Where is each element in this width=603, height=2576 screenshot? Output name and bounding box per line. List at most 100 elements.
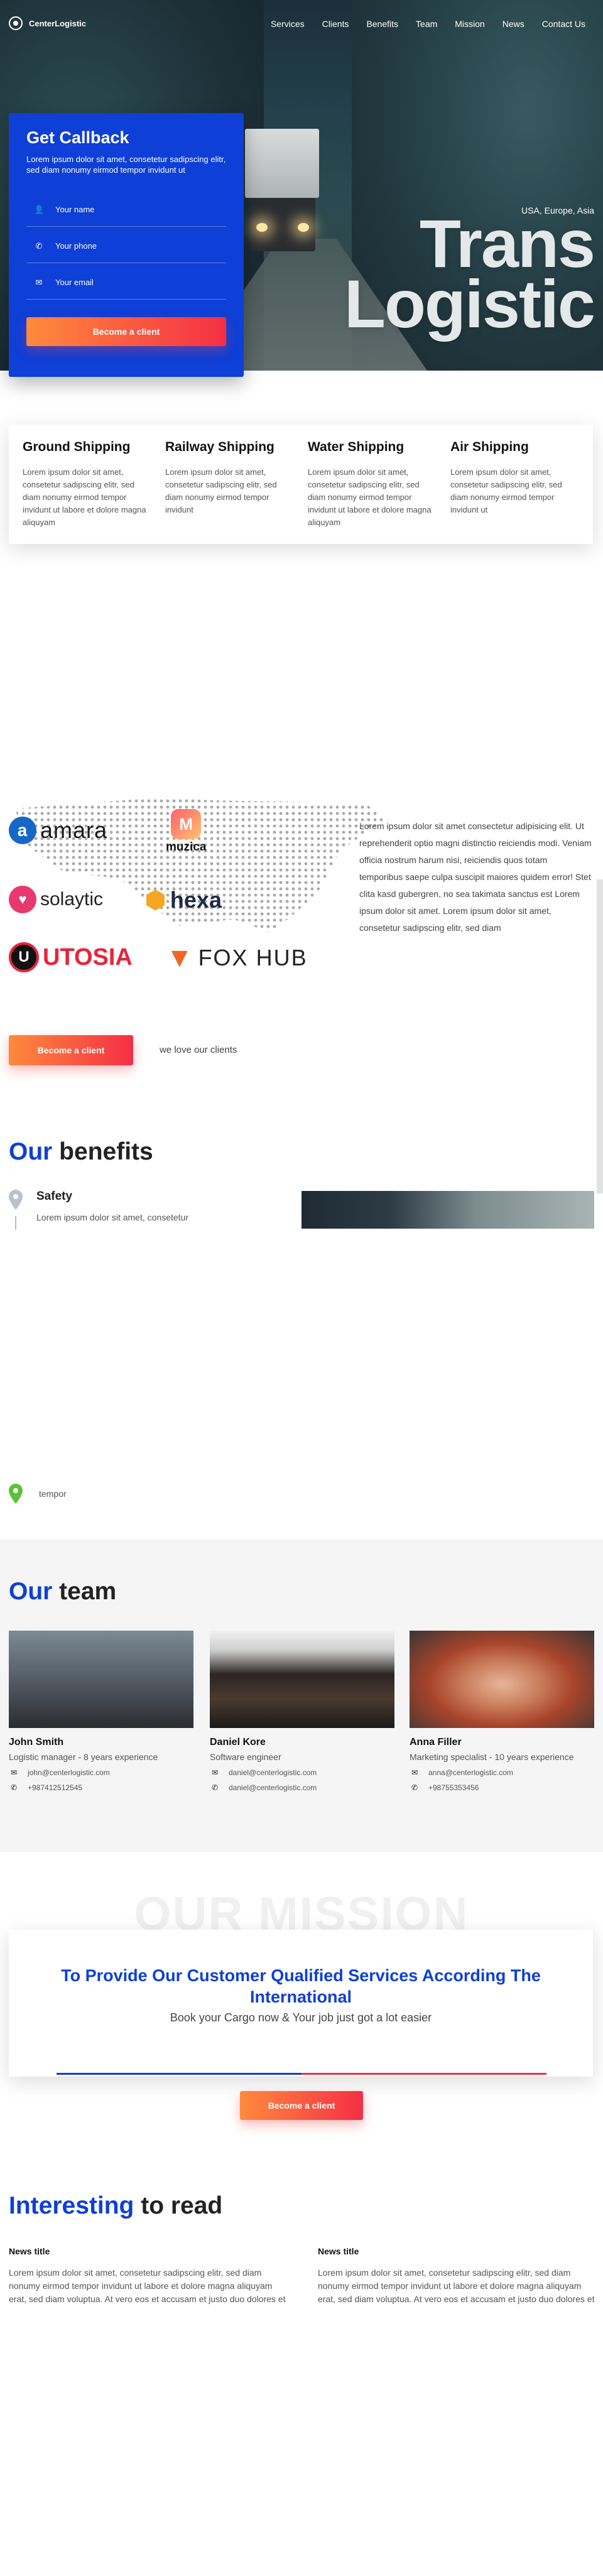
logo[interactable]: CenterLogistic bbox=[9, 16, 86, 30]
service-title: Water Shipping bbox=[308, 440, 405, 454]
mission-subtitle: Book your Cargo now & Your job just got … bbox=[170, 2011, 432, 2024]
benefit-text: Lorem ipsum dolor sit amet, consetetur bbox=[36, 1212, 188, 1222]
client-logo-muzica: M muzica bbox=[166, 809, 206, 854]
become-client-button[interactable]: Become a client bbox=[26, 317, 226, 346]
clients-description: Lorem ipsum dolor sit amet consectetur a… bbox=[359, 821, 592, 933]
become-client-button[interactable]: Become a client bbox=[240, 2091, 363, 2120]
news-item-text: Lorem ipsum dolor sit amet, consetetur s… bbox=[9, 2268, 286, 2304]
hero-title: Trans Logistic bbox=[344, 205, 595, 342]
service-text: Lorem ipsum dolor sit amet, consetetur s… bbox=[165, 467, 277, 514]
muzica-icon: M bbox=[171, 809, 202, 839]
nav-mission[interactable]: Mission bbox=[455, 19, 484, 29]
team-member-card: John Smith Logistic manager - 8 years ex… bbox=[9, 1631, 193, 1792]
member-email[interactable]: ✉ john@centerlogistic.com bbox=[9, 1768, 193, 1777]
amara-icon: a bbox=[9, 817, 36, 844]
client-logo-hexa: ⬢ hexa bbox=[144, 886, 222, 914]
location-pin-icon bbox=[9, 1484, 23, 1504]
hexa-icon: ⬢ bbox=[144, 886, 166, 914]
news-item[interactable]: News title Lorem ipsum dolor sit amet, c… bbox=[318, 2246, 598, 2307]
member-phone[interactable]: ✆ daniel@centerlogistic.com bbox=[210, 1783, 394, 1792]
hero-title-line2: Logistic bbox=[344, 266, 595, 342]
benefit-text: tempor bbox=[39, 1489, 67, 1499]
team-member-card: Anna Filler Marketing specialist - 10 ye… bbox=[410, 1631, 594, 1792]
email-field[interactable]: ✉ Your email bbox=[26, 266, 226, 300]
service-card: Railway Shipping Lorem ipsum dolor sit a… bbox=[165, 440, 294, 529]
mission-section: To Provide Our Customer Qualified Servic… bbox=[9, 1930, 593, 2077]
name-field[interactable]: 👤 Your name bbox=[26, 193, 226, 227]
member-name: John Smith bbox=[9, 1737, 64, 1747]
mission-title: To Provide Our Customer Qualified Servic… bbox=[61, 1966, 541, 2006]
benefit-item: Safety Lorem ipsum dolor sit amet, conse… bbox=[9, 1190, 279, 1234]
benefit-title: Safety bbox=[36, 1190, 73, 1203]
client-logo-amara: a amara bbox=[9, 817, 107, 844]
client-logo-foxhub: ▼ FOX HUB bbox=[166, 942, 308, 973]
member-email[interactable]: ✉ anna@centerlogistic.com bbox=[410, 1768, 594, 1777]
service-title: Railway Shipping bbox=[165, 440, 274, 454]
callback-text: Lorem ipsum dolor sit amet, consetetur s… bbox=[26, 155, 226, 175]
fox-icon: ▼ bbox=[166, 942, 195, 973]
member-name: Anna Filler bbox=[410, 1737, 462, 1747]
phone-icon: ✆ bbox=[411, 1783, 418, 1792]
news-title: Interesting to read bbox=[9, 2192, 223, 2219]
services-section: Ground Shipping Lorem ipsum dolor sit am… bbox=[9, 425, 593, 544]
user-icon: 👤 bbox=[34, 204, 45, 214]
callback-title: Get Callback bbox=[26, 128, 129, 147]
phone-icon: ✆ bbox=[10, 1783, 18, 1792]
email-field-placeholder: Your email bbox=[55, 278, 94, 287]
team-title: Our team bbox=[9, 1578, 117, 1605]
nav-news[interactable]: News bbox=[503, 19, 524, 29]
service-card: Water Shipping Lorem ipsum dolor sit ame… bbox=[308, 440, 437, 529]
utosia-icon: U bbox=[9, 942, 39, 972]
service-card: Air Shipping Lorem ipsum dolor sit amet,… bbox=[450, 440, 579, 529]
member-role: Software engineer bbox=[210, 1752, 281, 1762]
news-item-text: Lorem ipsum dolor sit amet, consetetur s… bbox=[318, 2268, 595, 2304]
scrollbar[interactable] bbox=[597, 879, 603, 1193]
member-role: Logistic manager - 8 years experience bbox=[9, 1752, 158, 1762]
member-role: Marketing specialist - 10 years experien… bbox=[410, 1752, 574, 1762]
phone-field-placeholder: Your phone bbox=[55, 241, 97, 251]
clients-tagline: we love our clients bbox=[160, 1045, 237, 1055]
nav-contact-us[interactable]: Contact Us bbox=[542, 19, 585, 29]
hero-title-line1: Trans bbox=[419, 205, 595, 281]
service-text: Lorem ipsum dolor sit amet, consetetur s… bbox=[23, 467, 146, 527]
client-logo-utosia: U UTOSIA bbox=[9, 942, 133, 972]
phone-field[interactable]: ✆ Your phone bbox=[26, 229, 226, 263]
top-nav: CenterLogistic Services Clients Benefits… bbox=[0, 0, 603, 49]
benefits-title: Our benefits bbox=[9, 1138, 153, 1165]
member-phone[interactable]: ✆ +98755353456 bbox=[410, 1783, 594, 1792]
service-card: Ground Shipping Lorem ipsum dolor sit am… bbox=[23, 440, 151, 529]
mail-icon: ✉ bbox=[211, 1768, 219, 1777]
phone-icon: ✆ bbox=[211, 1783, 219, 1792]
become-client-button[interactable]: Become a client bbox=[9, 1035, 133, 1065]
service-title: Ground Shipping bbox=[23, 440, 131, 454]
member-email[interactable]: ✉ daniel@centerlogistic.com bbox=[210, 1768, 394, 1777]
member-photo bbox=[210, 1631, 394, 1728]
service-title: Air Shipping bbox=[450, 440, 529, 454]
member-phone[interactable]: ✆ +987412512545 bbox=[9, 1783, 193, 1792]
news-item[interactable]: News title Lorem ipsum dolor sit amet, c… bbox=[9, 2246, 289, 2307]
mail-icon: ✉ bbox=[10, 1768, 18, 1777]
phone-icon: ✆ bbox=[35, 241, 43, 251]
service-text: Lorem ipsum dolor sit amet, consetetur s… bbox=[308, 467, 432, 527]
team-member-card: Daniel Kore Software engineer ✉ daniel@ce… bbox=[210, 1631, 394, 1792]
nav-benefits[interactable]: Benefits bbox=[366, 19, 398, 29]
member-name: Daniel Kore bbox=[210, 1737, 266, 1747]
logo-text: CenterLogistic bbox=[29, 18, 87, 28]
main-menu: Services Clients Benefits Team Mission N… bbox=[271, 19, 585, 29]
member-photo bbox=[9, 1631, 193, 1728]
nav-team[interactable]: Team bbox=[416, 19, 437, 29]
mail-icon: ✉ bbox=[411, 1768, 418, 1777]
solaytic-icon: ♥ bbox=[9, 886, 36, 913]
client-logo-solaytic: ♥ solaytic bbox=[9, 886, 103, 913]
member-photo bbox=[410, 1631, 594, 1728]
benefit-image bbox=[302, 1191, 594, 1229]
mission-divider bbox=[57, 2073, 546, 2075]
nav-services[interactable]: Services bbox=[271, 19, 305, 29]
mail-icon: ✉ bbox=[35, 277, 43, 287]
news-item-title: News title bbox=[9, 2246, 50, 2256]
location-pin-icon bbox=[9, 1190, 23, 1210]
benefit-item: tempor bbox=[9, 1484, 67, 1504]
service-text: Lorem ipsum dolor sit amet, consetetur s… bbox=[450, 467, 562, 514]
nav-clients[interactable]: Clients bbox=[322, 19, 349, 29]
news-item-title: News title bbox=[318, 2246, 359, 2256]
